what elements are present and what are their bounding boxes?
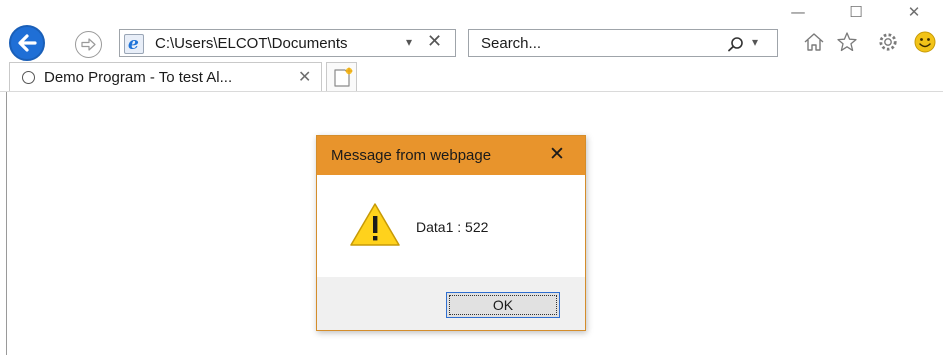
window-controls: — ☐ ✕ bbox=[769, 0, 943, 24]
ok-button[interactable]: OK bbox=[446, 292, 560, 318]
search-placeholder[interactable]: Search... bbox=[481, 35, 541, 52]
back-button[interactable] bbox=[9, 25, 45, 61]
address-clear-icon[interactable]: ✕ bbox=[427, 31, 442, 52]
dialog-title: Message from webpage bbox=[331, 147, 492, 164]
search-dropdown-icon[interactable]: ▾ bbox=[752, 35, 758, 49]
tab-divider bbox=[0, 91, 943, 92]
gear-icon[interactable] bbox=[876, 30, 900, 54]
address-bar[interactable]: e C:\Users\ELCOT\Documents ▾ ✕ bbox=[119, 29, 456, 57]
arrow-left-icon bbox=[18, 34, 37, 52]
alert-dialog: Message from webpage ✕ Data1 : 522 OK bbox=[316, 135, 586, 331]
address-text[interactable]: C:\Users\ELCOT\Documents bbox=[155, 35, 348, 52]
dialog-close-button[interactable]: ✕ bbox=[549, 143, 565, 166]
dialog-title-bar: Message from webpage ✕ bbox=[317, 136, 585, 175]
browser-window: — ☐ ✕ e C:\Users\ELCOT\Documents ▾ ✕ Sea… bbox=[0, 0, 943, 355]
search-icon[interactable] bbox=[727, 36, 745, 52]
address-dropdown-icon[interactable]: ▾ bbox=[406, 35, 412, 49]
new-tab-button[interactable] bbox=[326, 62, 357, 91]
dialog-footer: OK bbox=[317, 277, 585, 330]
tab-strip: Demo Program - To test Al... ✕ bbox=[0, 62, 943, 92]
navigation-bar: e C:\Users\ELCOT\Documents ▾ ✕ Search...… bbox=[0, 24, 943, 61]
favorites-star-icon[interactable] bbox=[835, 30, 859, 54]
tab-title: Demo Program - To test Al... bbox=[44, 69, 233, 86]
search-box[interactable]: Search... ▾ bbox=[468, 29, 778, 57]
tab-close-icon[interactable]: ✕ bbox=[298, 67, 311, 87]
dialog-message: Data1 : 522 bbox=[416, 219, 489, 235]
minimize-button[interactable]: — bbox=[769, 0, 827, 24]
dialog-body: Data1 : 522 bbox=[317, 175, 585, 277]
ie-page-icon: e bbox=[124, 34, 144, 54]
maximize-button[interactable]: ☐ bbox=[827, 0, 885, 24]
tab-demo-program[interactable]: Demo Program - To test Al... ✕ bbox=[9, 62, 322, 91]
feedback-smiley-icon[interactable] bbox=[913, 30, 937, 54]
content-left-border bbox=[6, 92, 7, 355]
window-close-button[interactable]: ✕ bbox=[885, 0, 943, 24]
arrow-right-icon bbox=[81, 38, 96, 51]
forward-button[interactable] bbox=[75, 31, 102, 58]
warning-icon bbox=[350, 203, 400, 246]
home-icon[interactable] bbox=[802, 30, 826, 54]
loading-spinner-icon bbox=[22, 71, 35, 84]
new-tab-icon bbox=[334, 67, 353, 87]
